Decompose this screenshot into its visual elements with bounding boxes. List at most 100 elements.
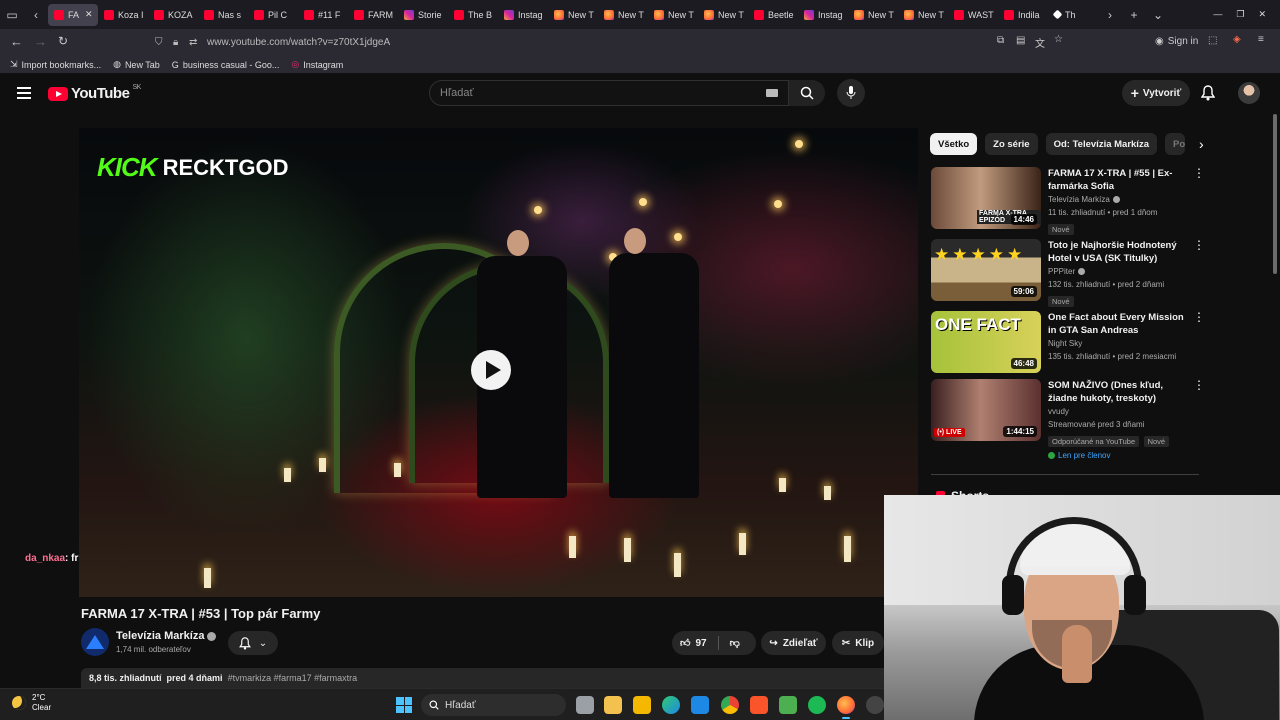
recommendation-channel[interactable]: PPPiter [1048,267,1075,276]
play-button[interactable] [471,350,511,390]
create-button[interactable]: + Vytvoriť [1122,80,1190,106]
browser-tab[interactable]: KOZA [148,4,198,26]
recommendation-channel[interactable]: vvudy [1048,405,1188,418]
obs-icon[interactable] [866,696,884,714]
tab-overflow-icon[interactable]: ⌄ [1146,8,1170,22]
video-player[interactable]: KICK RECKTGOD [79,128,918,597]
browser-tab[interactable]: New T [848,4,898,26]
video-thumbnail[interactable]: FARMA X-TRA EPIZÓD 14:46 [931,167,1041,229]
keyboard-icon[interactable] [766,89,778,97]
firefox-icon[interactable] [837,696,855,719]
chrome-icon[interactable] [721,696,739,714]
edge-icon[interactable] [662,696,680,714]
search-input[interactable]: Hľadať [429,80,789,106]
chip-from-series[interactable]: Zo série [985,133,1038,155]
browser-tab[interactable]: Beetle [748,4,798,26]
tabs-scroll-right-icon[interactable]: › [1098,8,1122,22]
recommendation-title[interactable]: One Fact about Every Mission in GTA San … [1048,311,1188,337]
file-explorer-icon[interactable] [633,696,651,714]
video-thumbnail[interactable]: ★★★★★ 59:06 [931,239,1041,301]
more-options-icon[interactable]: ⋮ [1193,167,1205,179]
channel-avatar[interactable] [81,628,109,656]
brave-icon[interactable] [750,696,768,714]
recommendation-title[interactable]: SOM NAŽIVO (Dnes kľud, žiadne hukoty, tr… [1048,379,1188,405]
browser-tab[interactable]: New T [598,4,648,26]
picture-in-picture-icon[interactable]: ⧉ [997,35,1004,46]
recommendation-item[interactable]: FARMA X-TRA EPIZÓD 14:46 FARMA 17 X-TRA … [931,167,1205,235]
more-options-icon[interactable]: ⋮ [1193,239,1205,251]
notepad-icon[interactable] [779,696,797,714]
browser-tab[interactable]: #11 F [298,4,348,26]
recommendation-title[interactable]: FARMA 17 X-TRA | #55 | Ex-farmárka Sofia [1048,167,1188,193]
taskbar-search-input[interactable]: Hľadať [421,694,566,716]
shield-icon[interactable]: ⛉ [155,37,173,48]
windows-start-icon[interactable] [396,697,412,713]
spotify-icon[interactable] [808,696,826,714]
browser-tab[interactable]: New T [648,4,698,26]
tabs-scroll-left-icon[interactable]: ‹ [24,8,48,22]
browser-tab[interactable]: Indila [998,4,1048,26]
lock-icon[interactable]: 🔒︎ [173,37,189,48]
browser-tab[interactable]: Th [1048,4,1098,26]
video-description-box[interactable]: 8,8 tis. zhliadnutí pred 4 dňami #tvmark… [81,668,891,690]
close-window-icon[interactable]: ✕ [1258,9,1266,20]
video-thumbnail[interactable]: ONE FACT 46:48 [931,311,1041,373]
channel-name-row[interactable]: Televízia Markíza [116,630,217,642]
browser-tab[interactable]: WAST [948,4,998,26]
forward-icon[interactable]: → [34,34,47,49]
video-thumbnail[interactable]: (•) LIVE 1:44:15 [931,379,1041,441]
recommendation-channel[interactable]: Night Sky [1048,337,1188,350]
browser-tab[interactable]: Nas s [198,4,248,26]
sign-in-button[interactable]: ◉ Sign in [1155,36,1198,47]
bookmark-item[interactable]: ◍ New Tab [113,59,160,70]
youtube-logo[interactable]: YouTube SK [48,84,141,102]
browser-tab[interactable]: FARM [348,4,398,26]
browser-tab[interactable]: New T [548,4,598,26]
browser-tab[interactable]: New T [698,4,748,26]
menu-icon[interactable]: ≡ [1258,34,1264,45]
minimize-icon[interactable]: — [1213,9,1222,20]
bookmark-item[interactable]: Gbusiness casual - Goo... [172,60,280,70]
more-options-icon[interactable]: ⋮ [1193,379,1205,391]
store-icon[interactable] [604,696,622,714]
clip-button[interactable]: ✂ Klip [832,631,884,655]
reader-icon[interactable]: ▤ [1016,35,1025,46]
bookmark-item[interactable]: ⇲ Import bookmarks... [10,59,101,70]
thumbs-down-icon[interactable]: 👎︎ [730,637,740,649]
hashtags[interactable]: #tvmarkiza #farma17 #farmaxtra [228,673,358,683]
more-options-icon[interactable]: ⋮ [1193,311,1205,323]
reload-icon[interactable]: ↻ [58,34,68,48]
recommendation-title[interactable]: Toto je Najhoršie Hodnotený Hotel v USA … [1048,239,1188,265]
voice-search-button[interactable] [837,79,865,107]
recommendation-item[interactable]: ONE FACT 46:48 One Fact about Every Miss… [931,311,1205,377]
translate-icon[interactable]: 文 [1035,35,1045,50]
chip-all[interactable]: Všetko [930,133,978,155]
recommendation-item[interactable]: (•) LIVE 1:44:15 SOM NAŽIVO (Dnes kľud, … [931,379,1205,463]
notifications-bell-icon[interactable] [1201,85,1215,101]
browser-tab[interactable]: FA ✕ [48,3,98,26]
user-avatar[interactable] [1238,82,1260,104]
url-text[interactable]: www.youtube.com/watch?v=z70tX1jdgeA [207,37,390,48]
bookmark-star-icon[interactable]: ☆ [1054,34,1063,45]
browser-tab[interactable]: Instag [498,4,548,26]
back-icon[interactable]: ← [10,34,23,49]
close-tab-icon[interactable]: ✕ [85,9,93,20]
share-button[interactable]: ↪ Zdieľať [761,631,826,655]
extensions-icon[interactable]: ⬚ [1208,35,1217,46]
permissions-icon[interactable]: ⇄ [189,37,207,48]
browser-tab[interactable]: Pil C [248,4,298,26]
subscription-button[interactable]: ⌄ [228,631,278,655]
maximize-icon[interactable]: ❐ [1236,9,1244,20]
browser-tab[interactable]: New T [898,4,948,26]
page-scrollbar[interactable] [1273,114,1277,274]
task-view-icon[interactable] [576,696,594,714]
extension-badge-icon[interactable]: ◈ [1233,34,1241,45]
chip-from-channel[interactable]: Od: Televízia Markíza [1045,133,1157,155]
like-button[interactable]: 👍︎ 97 [680,637,707,650]
browser-tab[interactable]: Storie [398,4,448,26]
browser-tab[interactable]: Instag [798,4,848,26]
search-button[interactable] [789,80,825,106]
channel-name[interactable]: Televízia Markíza [116,630,204,642]
tab-list-icon[interactable]: ▭ [0,8,24,22]
address-bar[interactable]: ⛉ 🔒︎ ⇄ www.youtube.com/watch?v=z70tX1jdg… [155,33,1075,52]
